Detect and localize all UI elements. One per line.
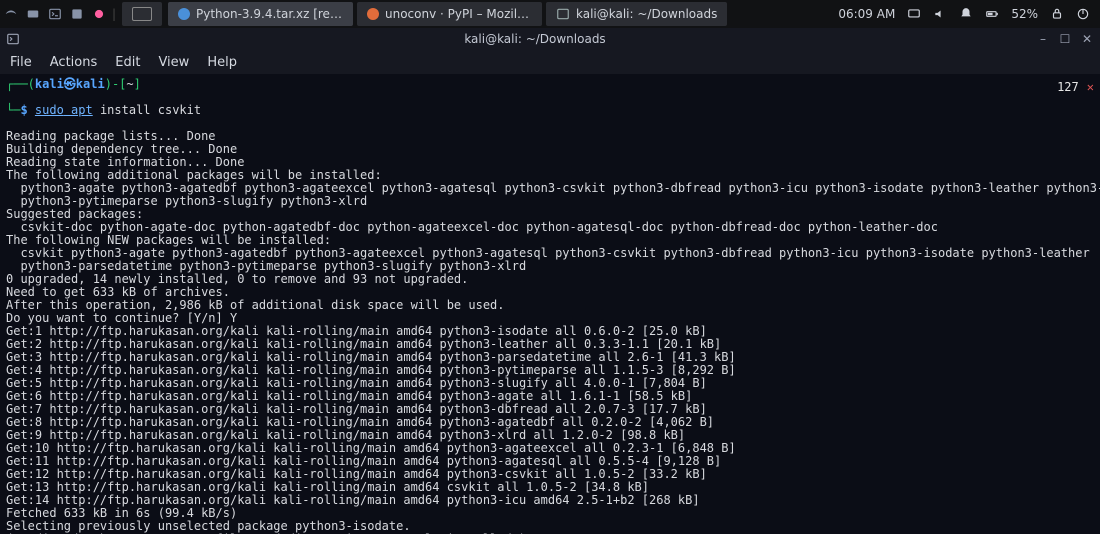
terminal-menubar: File Actions Edit View Help	[0, 50, 1100, 74]
battery-icon[interactable]	[985, 7, 999, 21]
taskbar-task-label: kali@kali: ~/Downloads	[576, 7, 717, 21]
terminal-task-icon	[556, 7, 570, 21]
menu-file[interactable]: File	[10, 55, 32, 70]
taskbar-task-firefox[interactable]: unoconv · PyPI – Mozilla ...	[357, 2, 542, 26]
prompt-line-2: └─$ sudo apt install csvkit	[6, 104, 1094, 117]
launcher-icons: |	[0, 0, 118, 28]
taskbar-task-label: Python-3.9.4.tar.xz [rea...	[196, 7, 343, 21]
kali-logo-icon[interactable]	[2, 5, 20, 23]
prompt-line-1: ┌──(kali㉿kali)-[~]	[6, 78, 1094, 91]
system-taskbar: | Python-3.9.4.tar.xz [rea... unoconv · …	[0, 0, 1100, 28]
titlebar-icon	[6, 32, 36, 46]
taskbar-tray: 06:09 AM 52%	[838, 7, 1100, 21]
taskbar-separator: |	[110, 0, 118, 28]
search-close-button[interactable]: ✕	[1087, 80, 1094, 94]
close-button[interactable]: ✕	[1080, 32, 1094, 46]
power-icon[interactable]	[1076, 7, 1090, 21]
menu-edit[interactable]: Edit	[115, 55, 140, 70]
terminal-lines: Reading package lists... Done Building d…	[6, 129, 1100, 534]
search-match-count: 127	[1057, 80, 1079, 94]
window-title: kali@kali: ~/Downloads	[36, 32, 1034, 46]
clock[interactable]: 06:09 AM	[838, 7, 895, 21]
archive-icon	[178, 8, 190, 20]
maximize-button[interactable]: ☐	[1058, 32, 1072, 46]
files-icon[interactable]	[24, 5, 42, 23]
terminal-output[interactable]: ┌──(kali㉿kali)-[~] └─$ sudo apt install …	[6, 78, 1094, 534]
minimize-button[interactable]: –	[1036, 32, 1050, 46]
taskbar-task-terminal[interactable]: kali@kali: ~/Downloads	[546, 2, 727, 26]
cmd-args: install csvkit	[93, 104, 201, 117]
menu-view[interactable]: View	[158, 55, 189, 70]
volume-icon[interactable]	[933, 7, 947, 21]
menu-actions[interactable]: Actions	[50, 55, 98, 70]
editor-icon[interactable]	[68, 5, 86, 23]
terminal-body[interactable]: 127 ✕ ┌──(kali㉿kali)-[~] └─$ sudo apt in…	[0, 74, 1100, 534]
notifications-icon[interactable]	[959, 7, 973, 21]
cmd-sudo: sudo	[35, 104, 64, 117]
window-titlebar[interactable]: kali@kali: ~/Downloads – ☐ ✕	[0, 28, 1100, 50]
cmd-apt: apt	[64, 104, 93, 117]
battery-pct: 52%	[1011, 7, 1038, 21]
pink-app-icon[interactable]	[90, 5, 108, 23]
taskbar-task-python[interactable]: Python-3.9.4.tar.xz [rea...	[168, 2, 353, 26]
tray-monitor-icon[interactable]	[907, 7, 921, 21]
taskbar-left-group: | Python-3.9.4.tar.xz [rea... unoconv · …	[0, 0, 729, 28]
workspace-switcher[interactable]	[122, 2, 162, 26]
menu-help[interactable]: Help	[207, 55, 237, 70]
firefox-icon	[367, 8, 379, 20]
lock-icon[interactable]	[1050, 7, 1064, 21]
terminal-window: kali@kali: ~/Downloads – ☐ ✕ File Action…	[0, 28, 1100, 534]
terminal-launcher-icon[interactable]	[46, 5, 64, 23]
search-match-overlay: 127 ✕	[1057, 80, 1094, 94]
taskbar-task-label: unoconv · PyPI – Mozilla ...	[385, 7, 532, 21]
